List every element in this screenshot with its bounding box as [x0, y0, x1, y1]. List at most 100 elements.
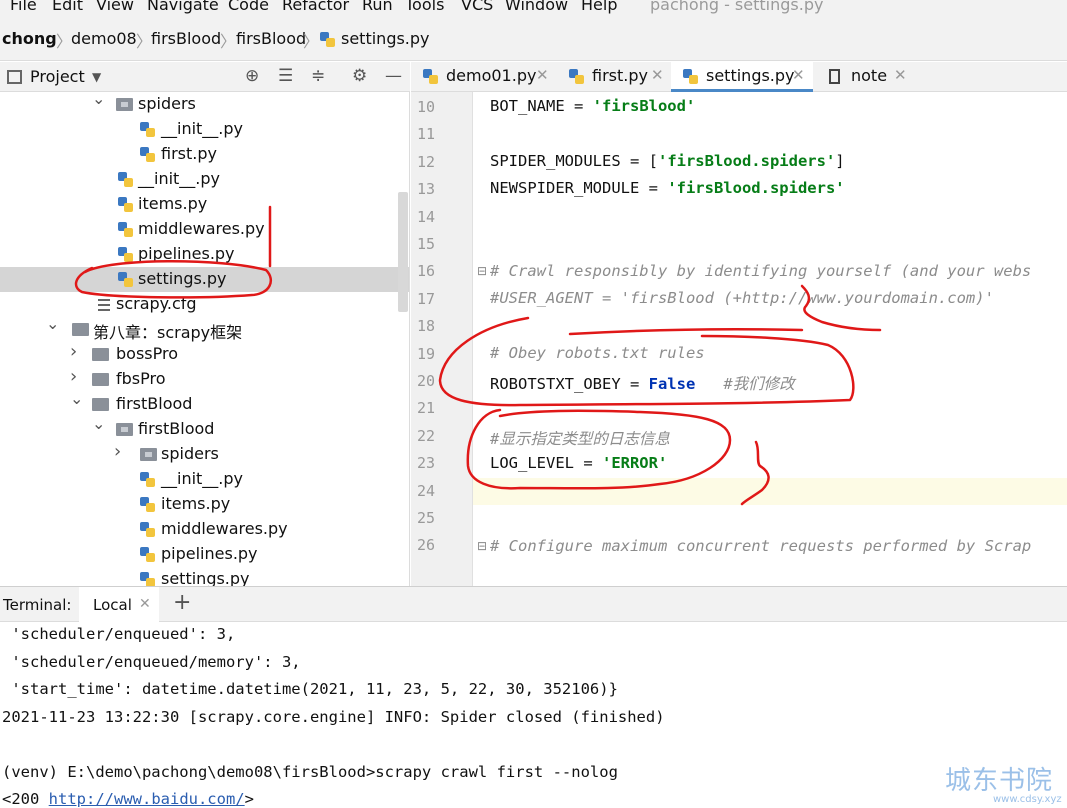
locate-icon[interactable]: ⊕	[245, 66, 259, 86]
breadcrumb-item[interactable]: chong	[2, 29, 57, 48]
chevron-right-icon[interactable]: ›	[70, 341, 77, 362]
menu-help[interactable]: Help	[581, 0, 617, 14]
line-number: 23	[417, 454, 436, 473]
terminal-line: <200 http://www.baidu.com/>	[2, 790, 254, 808]
python-file-icon	[683, 69, 698, 84]
terminal-link[interactable]: http://www.baidu.com/	[49, 790, 245, 808]
tab-label: Local	[93, 596, 132, 614]
tree-item-label: middlewares.py	[161, 519, 288, 538]
close-icon[interactable]: ✕	[894, 66, 907, 84]
tree-item[interactable]: items.py	[0, 192, 409, 217]
menu-navigate[interactable]: Navigate	[147, 0, 219, 14]
chevron-down-icon[interactable]: ▼	[92, 70, 101, 84]
code-line-26[interactable]: # Configure maximum concurrent requests …	[490, 537, 1031, 555]
python-file-icon	[140, 122, 155, 137]
python-file-icon	[140, 522, 155, 537]
close-icon[interactable]: ✕	[651, 66, 664, 84]
menu-file[interactable]: File	[10, 0, 37, 14]
fold-icon[interactable]: ⊟	[477, 264, 487, 278]
terminal-line: 'scheduler/enqueued/memory': 3,	[2, 653, 301, 671]
tree-item[interactable]: middlewares.py	[0, 217, 409, 242]
close-icon[interactable]: ✕	[792, 66, 805, 84]
tree-item[interactable]: scrapy.cfg	[0, 292, 409, 317]
tab-demo01[interactable]: demo01.py ✕	[411, 62, 551, 92]
minimize-icon[interactable]: —	[385, 66, 402, 86]
tree-item[interactable]: ⌄ spiders	[0, 92, 409, 117]
breadcrumb-item[interactable]: settings.py	[341, 29, 430, 48]
tree-item[interactable]: __init__.py	[0, 467, 409, 492]
tab-local[interactable]: Local ✕	[79, 587, 159, 623]
menu-edit[interactable]: Edit	[52, 0, 83, 14]
folder-icon	[92, 373, 109, 386]
tab-first[interactable]: first.py ✕	[557, 62, 669, 92]
tree-item[interactable]: items.py	[0, 492, 409, 517]
project-panel-icon	[7, 70, 22, 84]
window-title: pachong - settings.py	[650, 0, 824, 14]
project-panel-title[interactable]: Project	[30, 67, 85, 86]
code-line-16[interactable]: # Crawl responsibly by identifying yours…	[490, 262, 1031, 280]
code-line-20[interactable]: ROBOTSTXT_OBEY = False #我们修改	[490, 372, 795, 394]
close-icon[interactable]: ✕	[139, 596, 151, 612]
chevron-right-icon[interactable]: ›	[70, 366, 77, 387]
breadcrumb-item[interactable]: firsBlood	[236, 29, 306, 48]
tree-item[interactable]: pipelines.py	[0, 242, 409, 267]
chevron-down-icon[interactable]: ⌄	[70, 389, 83, 408]
menu-window[interactable]: Window	[505, 0, 568, 14]
code-line-22[interactable]: #显示指定类型的日志信息	[490, 427, 670, 449]
tree-item-label: scrapy.cfg	[116, 294, 197, 313]
breadcrumb-item[interactable]: firsBlood	[151, 29, 221, 48]
menu-view[interactable]: View	[96, 0, 134, 14]
tree-item[interactable]: __init__.py	[0, 117, 409, 142]
code-line-12[interactable]: SPIDER_MODULES = ['firsBlood.spiders']	[490, 152, 845, 170]
tree-item[interactable]: settings.py	[0, 567, 409, 586]
menu-code[interactable]: Code	[228, 0, 269, 14]
terminal-line: 2021-11-23 13:22:30 [scrapy.core.engine]…	[2, 708, 665, 726]
tree-item[interactable]: ⌄ 第八章：scrapy框架	[0, 314, 409, 342]
tree-item[interactable]: › fbsPro	[0, 366, 409, 392]
chevron-down-icon[interactable]: ⌄	[46, 314, 59, 333]
tree-item[interactable]: ⌄ firstBlood	[0, 414, 409, 442]
tree-item-label: spiders	[161, 444, 219, 463]
terminal-line: 'scheduler/enqueued': 3,	[2, 625, 236, 643]
tab-note[interactable]: note ✕	[815, 62, 913, 92]
code-line-23[interactable]: LOG_LEVEL = 'ERROR'	[490, 454, 667, 472]
code-line-17[interactable]: #USER_AGENT = 'firsBlood (+http://www.yo…	[490, 289, 994, 307]
breadcrumb: chong 〉 demo08 〉 firsBlood 〉 firsBlood 〉…	[0, 18, 1067, 61]
package-folder-icon	[116, 98, 133, 111]
code-line-13[interactable]: NEWSPIDER_MODULE = 'firsBlood.spiders'	[490, 179, 845, 197]
code-line-10[interactable]: BOT_NAME = 'firsBlood'	[490, 97, 695, 115]
tab-settings[interactable]: settings.py ✕	[671, 62, 813, 92]
close-icon[interactable]: ✕	[536, 66, 549, 84]
fold-icon[interactable]: ⊟	[477, 539, 487, 553]
menu-tools[interactable]: Tools	[405, 0, 444, 14]
chevron-down-icon[interactable]: ⌄	[92, 92, 105, 108]
tree-item[interactable]: › spiders	[0, 441, 409, 467]
tree-item[interactable]: pipelines.py	[0, 542, 409, 567]
tree-item[interactable]: settings.py	[0, 267, 409, 292]
tree-item[interactable]: ⌄ firstBlood	[0, 389, 409, 417]
folder-icon	[92, 348, 109, 361]
add-terminal-icon[interactable]: +	[173, 590, 191, 615]
tree-item-label: firstBlood	[116, 394, 193, 413]
menu-run[interactable]: Run	[362, 0, 393, 14]
chevron-right-icon[interactable]: ›	[114, 441, 121, 462]
gear-icon[interactable]: ⚙	[352, 66, 367, 86]
tree-item[interactable]: middlewares.py	[0, 517, 409, 542]
collapse-all-icon[interactable]: ≑	[311, 66, 325, 86]
tree-item[interactable]: first.py	[0, 142, 409, 167]
menu-vcs[interactable]: VCS	[461, 0, 493, 14]
terminal-line: 'start_time': datetime.datetime(2021, 11…	[2, 680, 618, 698]
tree-item[interactable]: __init__.py	[0, 167, 409, 192]
terminal-output[interactable]: 'scheduler/enqueued': 3, 'scheduler/enqu…	[0, 622, 1067, 808]
package-folder-icon	[116, 423, 133, 436]
code-line-19[interactable]: # Obey robots.txt rules	[490, 344, 705, 362]
expand-all-icon[interactable]: ☰	[278, 66, 293, 86]
tree-item-label: 第八章：scrapy框架	[93, 323, 243, 342]
tree-item[interactable]: › bossPro	[0, 341, 409, 367]
chevron-down-icon[interactable]: ⌄	[92, 414, 105, 433]
terminal-line: (venv) E:\demo\pachong\demo08\firsBlood>…	[2, 763, 618, 781]
menu-refactor[interactable]: Refactor	[282, 0, 349, 14]
code-editor[interactable]: 10 11 12 13 14 15 16 17 18 19 20 21 22 23 24 25 26 BOT_N…	[411, 92, 1067, 586]
tree-scrollbar[interactable]	[398, 192, 408, 312]
breadcrumb-item[interactable]: demo08	[71, 29, 137, 48]
